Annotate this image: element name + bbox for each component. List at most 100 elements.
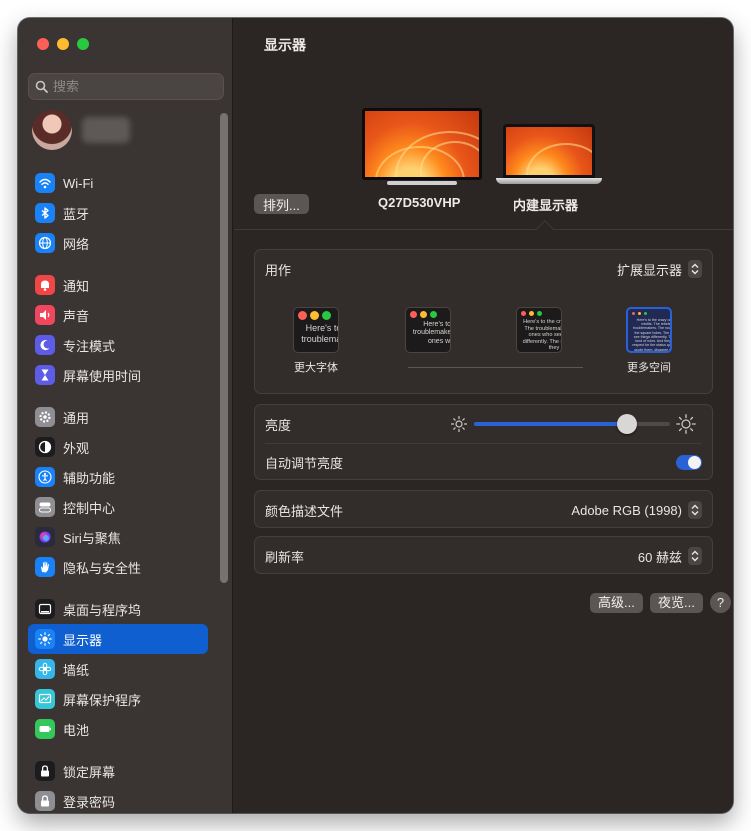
sidebar-item-hand[interactable]: 隐私与安全性 [28,552,208,582]
night-shift-button[interactable]: 夜览... [650,593,703,613]
avatar[interactable] [32,110,72,150]
wallpaper-icon [35,659,55,679]
refresh-rate-label: 刷新率 [265,549,305,565]
use-as-row: 用作 扩展显示器 [255,250,712,288]
resolution-preview: Here's to the crazy ones. The troublemak… [516,307,562,353]
sidebar-item-gear[interactable]: 通用 [28,402,208,432]
resolution-preview: Here's to the crazy ones. The misfits. T… [626,307,672,353]
divider [234,229,733,230]
sidebar-item-hourglass[interactable]: 屏幕使用时间 [28,360,208,390]
search-field[interactable] [28,73,224,100]
sidebar-item-label: 墙纸 [63,662,90,678]
dock-icon [35,599,55,619]
zoom-button[interactable] [77,38,89,50]
sidebar-item-lock[interactable]: 锁定屏幕 [28,756,208,786]
sidebar-item-moon[interactable]: 专注模式 [28,330,208,360]
resolution-option[interactable]: Here's to the troublemakers. The ones wh… [405,307,451,353]
sidebar-item-label: 外观 [63,440,90,456]
battery-icon [35,719,55,739]
sidebar-item-wifi[interactable]: Wi-Fi [28,168,208,198]
sidebar-item-bluetooth[interactable]: 蓝牙 [28,198,208,228]
sidebar-item-label: 控制中心 [63,500,116,516]
minimize-button[interactable] [57,38,69,50]
sidebar-item-label: 通知 [63,278,90,294]
close-button[interactable] [37,38,49,50]
builtin-display-wallpaper [503,124,595,178]
sidebar-item-label: 辅助功能 [63,470,116,486]
wifi-icon [35,173,55,193]
sidebar-item-control-center[interactable]: 控制中心 [28,492,208,522]
resolution-option[interactable]: Here's to the crazy ones. The misfits. T… [626,307,672,375]
apple-id-profile[interactable] [32,110,130,150]
external-display-name[interactable]: Q27D530VHP [378,195,460,210]
refresh-rate-value[interactable]: 60 赫兹 [638,547,682,566]
auto-brightness-toggle[interactable] [676,454,702,470]
sidebar-item-globe[interactable]: 网络 [28,228,208,258]
color-profile-value[interactable]: Adobe RGB (1998) [571,503,682,518]
sidebar-item-label: 声音 [63,308,90,324]
help-button[interactable]: ? [710,592,731,613]
settings-window: Wi-Fi 蓝牙网络通知声音专注模式屏幕使用时间通用外观辅助功能控制中心 Siri与… [18,18,733,813]
sidebar-item-siri[interactable]: Siri与聚焦 [28,522,208,552]
globe-icon [35,233,55,253]
sidebar-item-display-brightness[interactable]: 显示器 [28,624,208,654]
resolution-option[interactable]: Here's to the troublemakers. 更大字体 [293,307,339,375]
chevron-updown-icon [691,504,699,516]
resolution-option-label: 更大字体 [294,362,338,374]
speaker-icon [35,305,55,325]
color-profile-row: 颜色描述文件 Adobe RGB (1998) [255,491,712,529]
sidebar-item-speaker[interactable]: 声音 [28,300,208,330]
auto-brightness-label: 自动调节亮度 [265,455,344,471]
sidebar-item-dock[interactable]: 桌面与程序坞 [28,594,208,624]
builtin-display-thumbnail[interactable] [496,124,602,186]
sidebar-item-label: 隐私与安全性 [63,560,142,576]
bluetooth-icon [35,203,55,223]
use-as-popup-stepper[interactable] [688,260,702,278]
color-profile-label: 颜色描述文件 [265,503,344,519]
search-input[interactable] [53,79,203,94]
sidebar-item-label: 专注模式 [63,338,116,354]
sidebar-item-label: Siri与聚焦 [63,530,121,546]
sidebar-item-bell[interactable]: 通知 [28,270,208,300]
sidebar-item-appearance[interactable]: 外观 [28,432,208,462]
sidebar-item-label: 显示器 [63,632,103,648]
advanced-button[interactable]: 高级... [590,593,643,613]
brightness-slider[interactable] [474,414,670,434]
resolution-track [408,367,583,368]
sidebar-item-screensaver[interactable]: 屏幕保护程序 [28,684,208,714]
arrange-button[interactable]: 排列... [254,194,309,214]
redacted-user-name [82,117,130,143]
sidebar-item-label: 电池 [63,722,90,738]
resolution-preview-text: Here's to the crazy ones. The troublemak… [522,319,561,352]
sidebar-nav: Wi-Fi 蓝牙 网络通知声音专注模式屏幕使用时间 通用外观辅助功能控制中心 Siri与… [28,168,208,813]
external-display-thumbnail[interactable] [362,108,482,186]
sidebar-item-accessibility[interactable]: 辅助功能 [28,462,208,492]
sun-small-icon [450,415,468,433]
page-title: 显示器 [264,37,306,53]
refresh-rate-popup-stepper[interactable] [688,547,702,565]
resolution-preview: Here's to the troublemakers. [293,307,339,353]
brightness-slider-knob[interactable] [616,414,637,434]
appearance-icon [35,437,55,457]
sidebar-scrollbar[interactable] [220,113,228,583]
builtin-display-name[interactable]: 内建显示器 [513,195,578,214]
color-profile-popup-stepper[interactable] [688,501,702,519]
use-as-value[interactable]: 扩展显示器 [617,260,682,279]
sidebar-item-label: 锁定屏幕 [63,764,116,780]
display-brightness-icon [35,629,55,649]
sidebar-item-label: 桌面与程序坞 [63,602,142,618]
sidebar-item-wallpaper[interactable]: 墙纸 [28,654,208,684]
screensaver-icon [35,689,55,709]
resolution-option[interactable]: Here's to the crazy ones. The troublemak… [516,307,562,353]
sidebar: Wi-Fi 蓝牙网络通知声音专注模式屏幕使用时间通用外观辅助功能控制中心 Siri与… [18,18,233,813]
accessibility-icon [35,467,55,487]
brightness-panel: 亮度 自动调节亮度 [254,404,713,480]
search-icon [35,80,48,93]
resolution-preview: Here's to the troublemakers. The ones wh… [405,307,451,353]
sidebar-item-padlock[interactable]: 登录密码 [28,786,208,813]
sidebar-item-battery[interactable]: 电池 [28,714,208,744]
